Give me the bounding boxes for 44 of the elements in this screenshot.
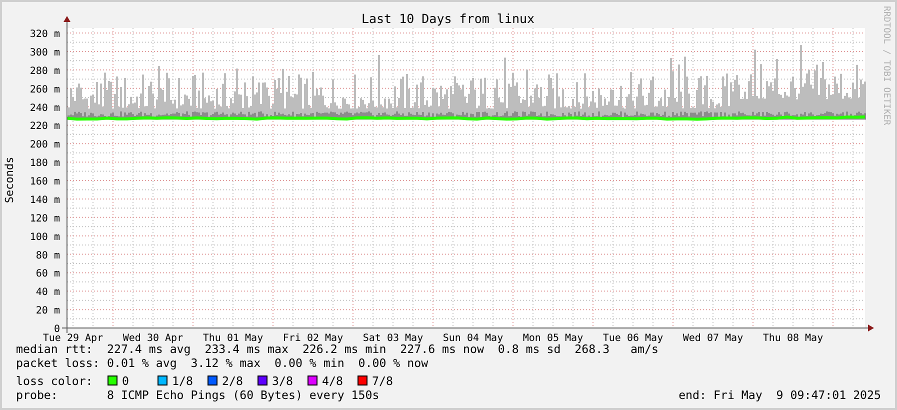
legend-value: 227.4 ms avg 233.4 ms max 226.2 ms min 227.6 ms now 0.8 ms sd 268.3 am/s [107, 342, 658, 356]
x-tick-label: Sun 04 May [442, 333, 504, 344]
y-tick-label: 240 m [30, 102, 60, 114]
legend-value: 0 [122, 374, 129, 388]
y-tick-label: 220 m [30, 121, 60, 132]
y-tick-label: 40 m [36, 287, 60, 298]
x-tick-label: Thu 08 May [762, 333, 824, 344]
y-tick-label: 200 m [30, 140, 60, 151]
legend-value: 0.01 % avg 3.12 % max 0.00 % min 0.00 % now [107, 356, 428, 370]
legend-value: 8 ICMP Echo Pings (60 Bytes) every 150s [107, 388, 380, 402]
x-tick-label: Wed 30 Apr [122, 333, 184, 344]
x-tick-label: Tue 06 May [602, 333, 664, 344]
legend-label: loss color: [16, 374, 93, 388]
legend-label: median rtt: [16, 342, 93, 356]
x-tick-label: Wed 07 May [682, 333, 744, 344]
legend-value: 4/8 [322, 374, 343, 388]
end-time: end: Fri May 9 09:47:01 2025 [678, 388, 881, 402]
y-tick-label: 320 m [30, 29, 60, 40]
legend-label: probe: [16, 388, 58, 402]
y-tick-label: 20 m [36, 306, 60, 317]
legend-value: 7/8 [372, 374, 393, 388]
y-tick-label: 120 m [30, 213, 60, 224]
y-tick-label: 60 m [36, 268, 60, 280]
y-tick-label: 0 [54, 324, 60, 335]
x-tick-label: Mon 05 May [522, 333, 584, 344]
y-tick-label: 300 m [30, 47, 60, 58]
legend-label: packet loss: [16, 356, 100, 370]
graph-title: Last 10 Days from linux [361, 11, 535, 26]
y-tick-label: 280 m [30, 66, 60, 77]
watermark: RRDTOOL / TOBI OETIKER [881, 6, 891, 126]
legend-value: 2/8 [222, 374, 243, 388]
y-tick-label: 100 m [30, 232, 60, 243]
legend-value: 1/8 [172, 374, 193, 388]
y-tick-label: 160 m [30, 176, 60, 188]
y-tick-label: 80 m [36, 250, 60, 262]
x-tick-label: Thu 01 May [202, 333, 264, 344]
axis-label: Seconds [3, 156, 16, 204]
x-tick-label: Tue 29 Apr [42, 333, 104, 344]
y-tick-label: 180 m [30, 158, 60, 170]
legend-value: 3/8 [272, 374, 293, 388]
x-tick-label: Fri 02 May [282, 333, 344, 344]
y-tick-label: 260 m [30, 84, 60, 96]
y-tick-label: 140 m [30, 194, 60, 206]
x-tick-label: Sat 03 May [362, 333, 424, 344]
